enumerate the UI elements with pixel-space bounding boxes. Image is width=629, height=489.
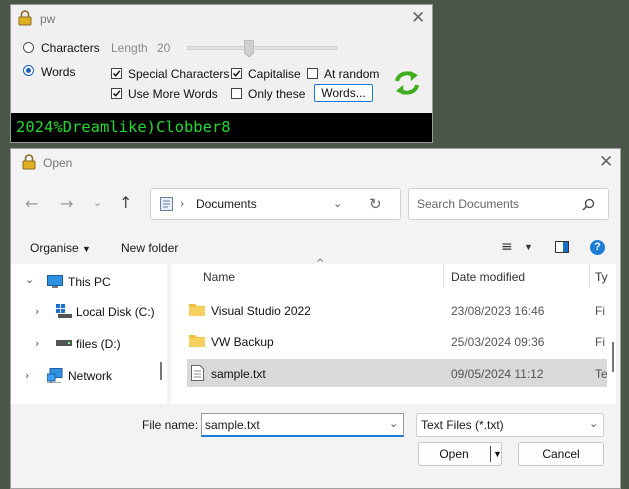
capitalise-checkbox[interactable] [231, 68, 242, 79]
forward-arrow-icon[interactable]: → [60, 196, 73, 212]
view-list-icon[interactable]: ≡ [501, 239, 513, 255]
capitalise-label[interactable]: Capitalise [248, 67, 301, 81]
documents-icon [160, 197, 173, 211]
list-scrollbar-thumb[interactable] [612, 342, 614, 372]
view-options-arrow-icon[interactable]: ▼ [524, 242, 533, 252]
special-characters-checkbox[interactable] [111, 68, 122, 79]
column-type[interactable]: Ty [595, 270, 608, 284]
organise-menu[interactable]: Organise ▼ [30, 241, 91, 255]
folder-icon [189, 335, 205, 347]
file-name-dropdown-icon[interactable]: ⌄ [389, 417, 398, 430]
file-row[interactable]: Visual Studio 2022 23/08/2023 16:46 Fi [187, 296, 607, 324]
length-label: Length [111, 41, 148, 55]
this-pc-icon [47, 275, 63, 288]
search-icon[interactable] [582, 198, 595, 211]
path-separator-icon: › [180, 197, 185, 210]
tree-files-d[interactable]: files (D:) [76, 337, 121, 351]
column-name[interactable]: Name [203, 270, 235, 284]
use-more-words-checkbox[interactable] [111, 88, 122, 99]
file-row-selected[interactable]: sample.txt 09/05/2024 11:12 Te [187, 359, 608, 387]
tree-local-disk[interactable]: Local Disk (C:) [76, 305, 155, 319]
collapsed-chevron-icon[interactable]: › [35, 305, 39, 318]
lock-icon [22, 154, 36, 170]
words-radio[interactable] [23, 65, 34, 76]
file-type-dropdown-icon[interactable]: ⌄ [589, 417, 598, 430]
file-name-input[interactable]: sample.txt ⌄ [201, 413, 404, 437]
path-documents[interactable]: Documents [196, 197, 257, 211]
search-placeholder: Search Documents [417, 197, 520, 211]
search-box[interactable]: Search Documents [408, 188, 609, 220]
file-date: 25/03/2024 09:36 [451, 335, 545, 349]
dialog-title: Open [43, 156, 73, 170]
open-dialog: Open ✕ ← → ⌄ ↑ › Documents ⌄ ↻ Search Do… [10, 148, 621, 489]
sort-ascending-icon: ^ [316, 258, 325, 269]
characters-radio[interactable] [23, 42, 34, 53]
tree-this-pc[interactable]: This PC [68, 275, 111, 289]
local-disk-icon [56, 304, 72, 318]
window-title: pw [40, 12, 56, 26]
open-label: Open [439, 447, 469, 461]
file-type: Fi [595, 335, 605, 349]
nav-scrollbar-thumb[interactable] [160, 362, 162, 380]
collapsed-chevron-icon[interactable]: › [35, 337, 39, 350]
file-name: VW Backup [211, 335, 274, 349]
file-type-value: Text Files (*.txt) [421, 418, 504, 432]
open-button[interactable]: Open ▼ [418, 442, 502, 466]
length-slider-thumb[interactable] [243, 39, 255, 58]
text-file-icon [191, 365, 204, 381]
words-label[interactable]: Words [41, 65, 75, 79]
preview-pane-icon[interactable] [555, 241, 569, 253]
file-name: Visual Studio 2022 [211, 304, 311, 318]
recent-locations-chevron-icon[interactable]: ⌄ [93, 195, 102, 211]
help-icon[interactable]: ? [590, 240, 605, 255]
back-arrow-icon[interactable]: ← [25, 196, 38, 212]
cancel-button[interactable]: Cancel [518, 442, 604, 466]
expanded-chevron-icon[interactable]: ⌄ [25, 273, 34, 286]
lock-icon [18, 10, 32, 26]
file-list: ^ Name Date modified Ty Visual Studio 20… [171, 258, 616, 404]
at-random-checkbox[interactable] [307, 68, 318, 79]
length-value: 20 [157, 41, 171, 55]
open-split-arrow-icon[interactable]: ▼ [493, 443, 502, 465]
generated-password: 2024%Dreamlike)Clobber8 [11, 113, 432, 142]
drive-icon [56, 340, 72, 346]
only-these-checkbox[interactable] [231, 88, 242, 99]
up-arrow-icon[interactable]: ↑ [119, 195, 132, 211]
pw-window: pw ✕ Characters Words Length 20 Special … [10, 4, 433, 143]
file-type-select[interactable]: Text Files (*.txt) ⌄ [416, 413, 604, 437]
file-row[interactable]: VW Backup 25/03/2024 09:36 Fi [187, 327, 607, 355]
regenerate-icon[interactable] [393, 69, 421, 97]
use-more-words-label[interactable]: Use More Words [128, 87, 218, 101]
column-date-modified[interactable]: Date modified [451, 270, 525, 284]
file-date: 09/05/2024 11:12 [451, 367, 544, 381]
file-name: sample.txt [211, 367, 266, 381]
close-icon[interactable]: ✕ [411, 10, 425, 27]
at-random-label[interactable]: At random [324, 67, 379, 81]
collapsed-chevron-icon[interactable]: › [25, 369, 29, 382]
path-dropdown-icon[interactable]: ⌄ [333, 197, 342, 210]
length-slider-track[interactable] [187, 46, 337, 50]
words-button[interactable]: Words... [314, 84, 373, 102]
navigation-pane: ⌄ This PC › Local Disk (C:) › files (D:)… [11, 264, 167, 404]
new-folder-button[interactable]: New folder [121, 241, 178, 255]
special-characters-label[interactable]: Special Characters [128, 67, 229, 81]
characters-label[interactable]: Characters [41, 41, 100, 55]
file-name-value: sample.txt [205, 418, 260, 432]
file-type: Fi [595, 304, 605, 318]
file-date: 23/08/2023 16:46 [451, 304, 545, 318]
folder-icon [189, 304, 205, 316]
file-type: Te [595, 367, 608, 381]
dropdown-arrow-icon: ▼ [82, 244, 91, 254]
address-bar[interactable]: › Documents ⌄ ↻ [150, 188, 401, 220]
refresh-icon[interactable]: ↻ [369, 195, 382, 213]
file-name-label: File name: [142, 418, 199, 432]
only-these-label[interactable]: Only these [248, 87, 305, 101]
network-icon [47, 368, 63, 383]
close-icon[interactable]: ✕ [599, 154, 613, 171]
tree-network[interactable]: Network [68, 369, 112, 383]
organise-label: Organise [30, 241, 79, 255]
